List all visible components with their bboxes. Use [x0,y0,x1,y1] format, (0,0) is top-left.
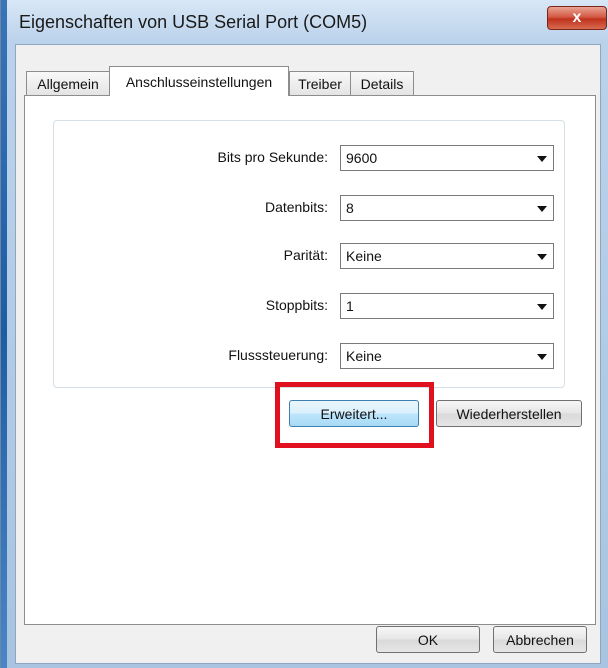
dialog-client-area: Allgemein Anschlusseinstellungen Treiber… [15,44,601,664]
chevron-down-icon [537,156,547,162]
properties-window: Eigenschaften von USB Serial Port (COM5)… [0,0,608,668]
tab-allgemein[interactable]: Allgemein [26,71,110,95]
flow-control-value: Keine [346,348,382,364]
parity-select[interactable]: Keine [340,243,554,269]
stop-bits-select[interactable]: 1 [340,293,554,319]
background-strip [1,0,7,668]
flow-control-select[interactable]: Keine [340,343,554,369]
restore-defaults-button[interactable]: Wiederherstellen [436,400,582,427]
bits-per-second-select[interactable]: 9600 [340,145,554,171]
bits-per-second-label: Bits pro Sekunde: [217,149,328,165]
parity-value: Keine [346,248,382,264]
chevron-down-icon [537,206,547,212]
stop-bits-label: Stoppbits: [265,297,328,313]
tab-label: Allgemein [37,75,99,92]
tab-treiber[interactable]: Treiber [289,71,351,95]
tab-anschlusseinstellungen[interactable]: Anschlusseinstellungen [109,66,289,96]
cancel-button-label: Abbrechen [506,631,574,648]
highlight-annotation [275,382,434,448]
restore-button-label: Wiederherstellen [456,405,562,422]
data-bits-value: 8 [346,200,354,216]
tab-label: Treiber [298,75,342,92]
flow-control-label: Flusssteuerung: [228,347,328,363]
data-bits-select[interactable]: 8 [340,195,554,221]
tab-label: Details [360,75,404,92]
close-icon: x [572,9,582,26]
port-settings-group: Bits pro Sekunde: 9600 Datenbits: 8 Pari… [53,120,565,388]
title-bar[interactable]: Eigenschaften von USB Serial Port (COM5)… [7,0,608,44]
chevron-down-icon [537,254,547,260]
ok-button[interactable]: OK [376,626,480,653]
parity-label: Parität: [283,247,328,263]
close-button[interactable]: x [547,6,607,30]
tab-label: Anschlusseinstellungen [125,73,273,90]
cancel-button[interactable]: Abbrechen [493,626,587,653]
stop-bits-value: 1 [346,298,354,314]
chevron-down-icon [537,304,547,310]
window-title: Eigenschaften von USB Serial Port (COM5) [19,12,368,32]
tab-panel: Bits pro Sekunde: 9600 Datenbits: 8 Pari… [24,95,596,625]
bits-per-second-value: 9600 [346,150,378,166]
data-bits-label: Datenbits: [264,199,328,215]
chevron-down-icon [537,354,547,360]
tab-details[interactable]: Details [350,71,414,95]
ok-button-label: OK [417,631,439,648]
